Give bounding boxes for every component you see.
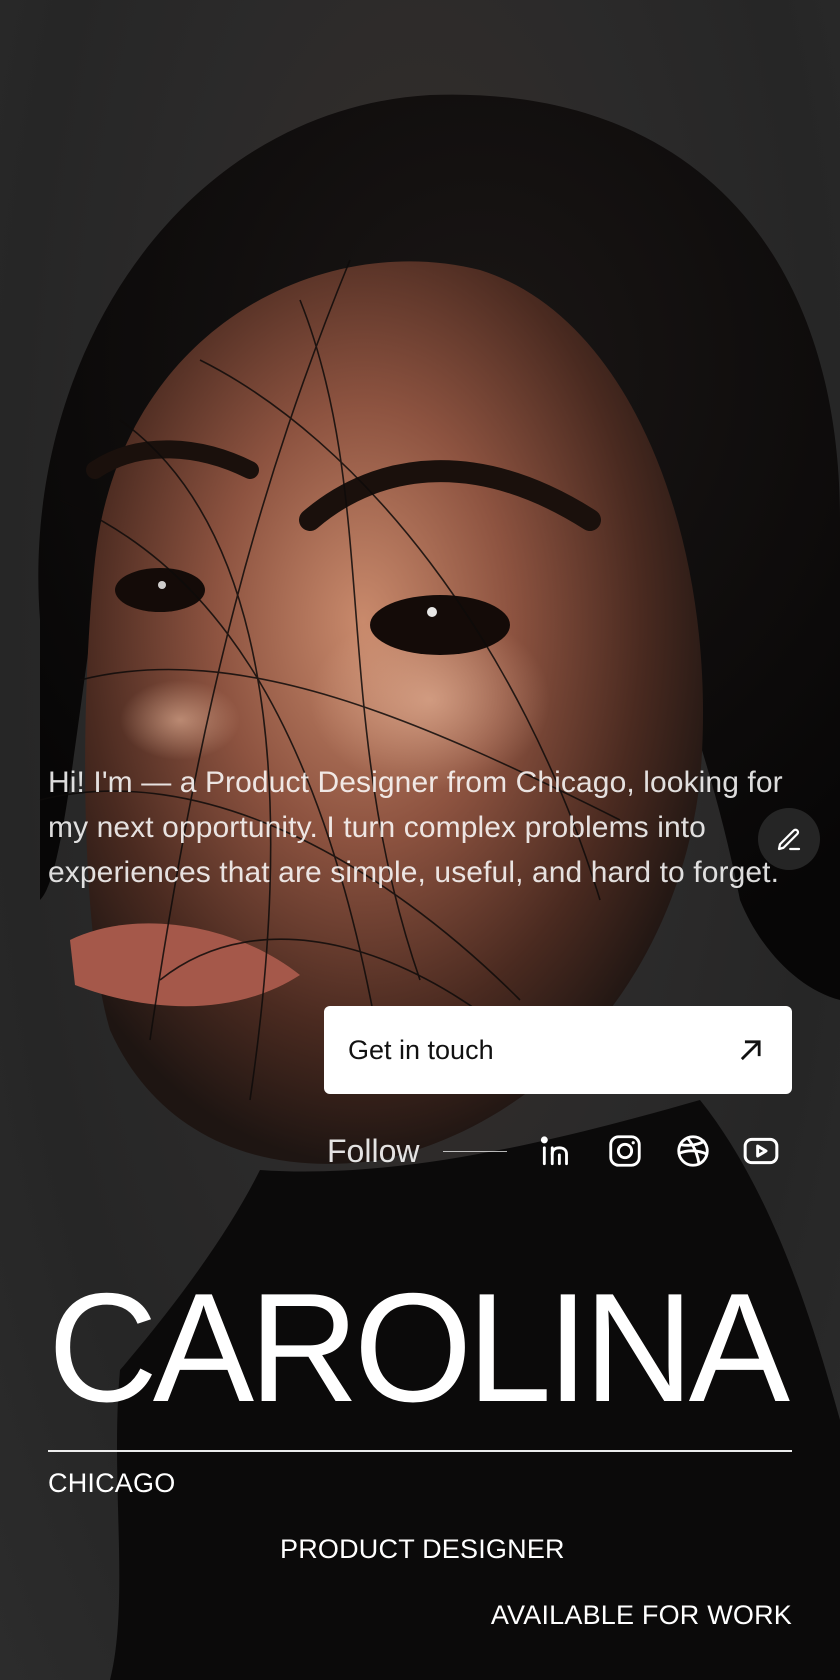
get-in-touch-label: Get in touch bbox=[348, 1034, 494, 1065]
intro-text: Hi! I'm — a Product Designer from Chicag… bbox=[48, 766, 783, 889]
instagram-link[interactable] bbox=[605, 1131, 645, 1171]
edit-button[interactable] bbox=[758, 808, 820, 870]
hero-divider bbox=[48, 1450, 792, 1452]
instagram-icon bbox=[609, 1135, 642, 1167]
follow-row: Follow bbox=[327, 1126, 809, 1176]
dribbble-icon bbox=[677, 1135, 710, 1167]
follow-label: Follow bbox=[327, 1132, 420, 1169]
youtube-icon bbox=[744, 1137, 779, 1165]
youtube-link[interactable] bbox=[741, 1131, 781, 1171]
follow-divider bbox=[443, 1150, 508, 1152]
arrow-up-right-icon bbox=[734, 1033, 768, 1067]
linkedin-link[interactable] bbox=[537, 1131, 577, 1171]
linkedin-icon bbox=[541, 1136, 569, 1166]
availability-label: AVAILABLE FOR WORK bbox=[490, 1600, 792, 1630]
pencil-icon bbox=[777, 828, 801, 851]
get-in-touch-button[interactable]: Get in touch bbox=[324, 1006, 792, 1094]
dribbble-link[interactable] bbox=[673, 1131, 713, 1171]
location-label: CHICAGO bbox=[48, 1468, 176, 1498]
role-label: PRODUCT DESIGNER bbox=[280, 1534, 565, 1564]
portfolio-hero: Hi! I'm — a Product Designer from Chicag… bbox=[0, 0, 840, 1680]
hero-name: CAROLINA bbox=[48, 1261, 790, 1435]
